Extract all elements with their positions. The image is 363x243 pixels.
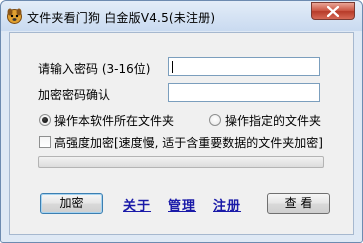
- confirm-password-input[interactable]: [168, 83, 320, 102]
- view-button[interactable]: 查 看: [267, 193, 330, 214]
- radio-specified-folder[interactable]: [209, 114, 221, 126]
- password-input[interactable]: [168, 57, 320, 76]
- radio-specified-folder-label[interactable]: 操作指定的文件夹: [225, 112, 321, 129]
- strong-encrypt-checkbox[interactable]: [39, 136, 51, 148]
- strong-encrypt-label[interactable]: 高强度加密[速度慢, 适于含重要数据的文件夹加密]: [54, 134, 323, 151]
- register-link[interactable]: 注册: [213, 195, 241, 214]
- confirm-password-label: 加密密码确认: [38, 88, 111, 102]
- dog-icon: [7, 8, 22, 24]
- encrypt-button[interactable]: 加密: [40, 193, 103, 214]
- text-caret: [172, 61, 173, 73]
- close-button[interactable]: [311, 2, 355, 20]
- window-title: 文件夹看门狗 白金版V4.5(未注册): [27, 11, 216, 25]
- progress-bar: [38, 156, 324, 168]
- radio-own-folder[interactable]: [39, 114, 51, 126]
- password-label: 请输入密码 (3-16位): [38, 62, 151, 76]
- app-window: 文件夹看门狗 白金版V4.5(未注册) 请输入密码 (3-16位) 加密密码确认…: [0, 0, 363, 243]
- manage-link[interactable]: 管理: [168, 195, 196, 214]
- radio-own-folder-label[interactable]: 操作本软件所在文件夹: [54, 112, 174, 129]
- close-icon: [327, 6, 339, 17]
- title-bar[interactable]: 文件夹看门狗 白金版V4.5(未注册): [1, 1, 362, 31]
- about-link[interactable]: 关于: [123, 195, 151, 214]
- client-area: 请输入密码 (3-16位) 加密密码确认 操作本软件所在文件夹 操作指定的文件夹…: [9, 32, 354, 235]
